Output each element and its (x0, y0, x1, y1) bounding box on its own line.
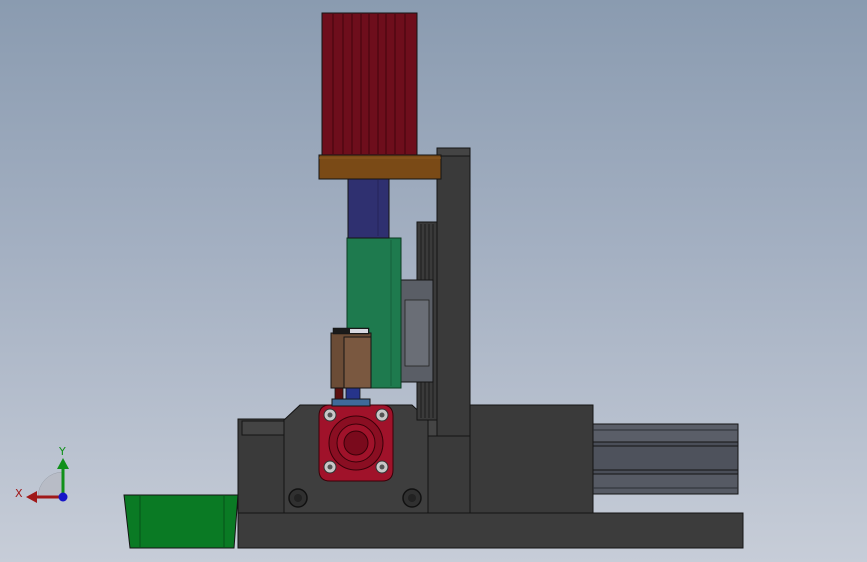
triad-z-origin-icon (58, 492, 68, 502)
shaft-collar (331, 398, 371, 407)
column-cap (436, 147, 471, 157)
shaft-coupling[interactable] (347, 177, 390, 239)
triad-y-label: Y (58, 445, 66, 458)
base-plate[interactable] (237, 512, 744, 549)
housing-bolt-left-inner (294, 494, 302, 502)
bearing-flange[interactable] (318, 404, 394, 482)
triad-x-arrow-icon (26, 491, 37, 503)
cad-model-view[interactable]: Y X (0, 0, 867, 562)
view-triad[interactable]: Y X (15, 445, 69, 503)
vertical-column[interactable] (436, 149, 471, 437)
left-block-top (241, 420, 285, 436)
sensor-block[interactable] (330, 327, 372, 389)
motor-flange-plate[interactable] (318, 154, 442, 180)
green-tray[interactable] (123, 494, 239, 549)
servo-motor[interactable] (321, 12, 418, 156)
triad-quadrant (37, 471, 64, 498)
shaft-rods (345, 387, 361, 400)
pneumatic-cylinder[interactable] (592, 423, 739, 495)
triad-y-arrow-icon (57, 458, 69, 469)
triad-x-label: X (15, 487, 23, 500)
right-base-block[interactable] (469, 404, 594, 514)
shaft-rod-left (334, 387, 344, 400)
housing-bolt-right-inner (408, 494, 416, 502)
graphics-viewport[interactable]: Y X (0, 0, 867, 562)
carriage-face (404, 299, 430, 367)
